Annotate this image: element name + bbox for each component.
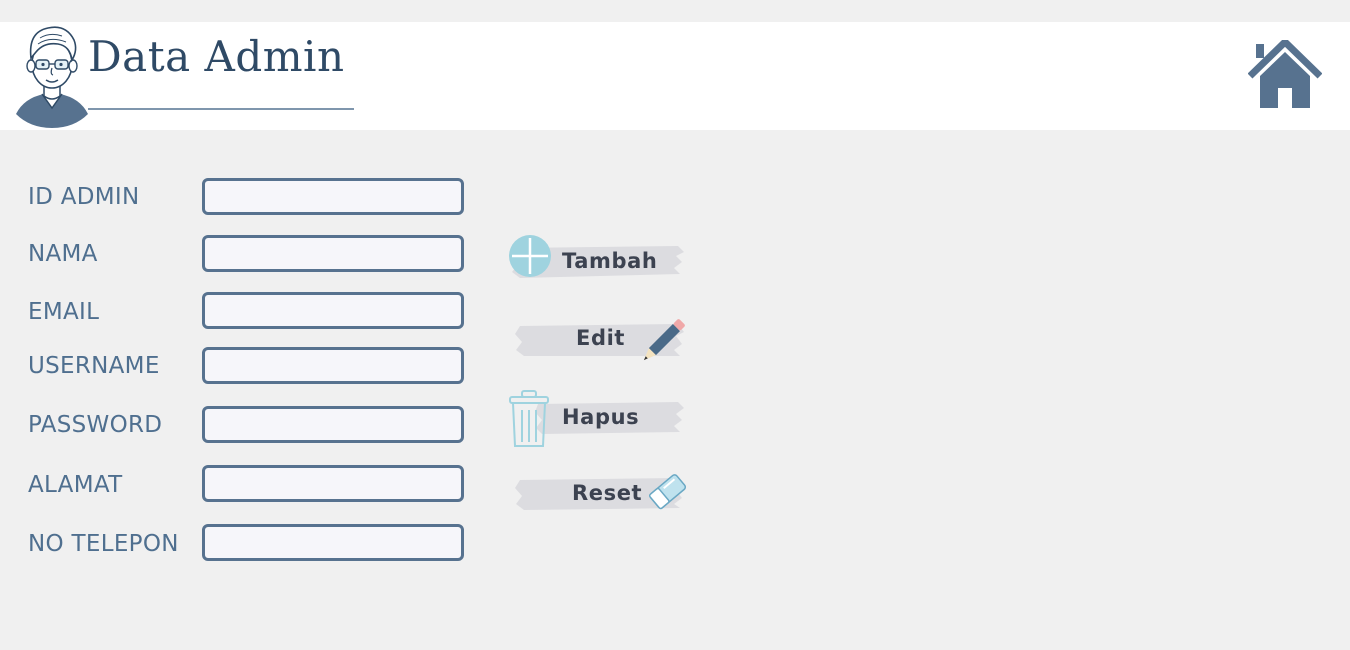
password-input[interactable] — [202, 406, 464, 443]
alamat-input[interactable] — [202, 465, 464, 502]
title-underline — [88, 108, 354, 110]
nama-label: NAMA — [28, 241, 98, 267]
plus-circle-icon — [509, 235, 551, 277]
admin-avatar-icon — [16, 26, 88, 128]
id-admin-input[interactable] — [202, 178, 464, 215]
home-icon[interactable] — [1248, 40, 1322, 110]
eraser-icon — [648, 474, 687, 510]
no-telepon-input[interactable] — [202, 524, 464, 561]
reset-button[interactable]: Reset — [512, 466, 698, 520]
password-label: PASSWORD — [28, 412, 163, 438]
username-input[interactable] — [202, 347, 464, 384]
username-label: USERNAME — [28, 353, 160, 379]
hapus-label: Hapus — [562, 405, 640, 429]
hapus-button[interactable]: Hapus — [508, 390, 688, 450]
nama-input[interactable] — [202, 235, 464, 272]
trash-icon — [509, 390, 549, 447]
header-bar: Data Admin — [0, 22, 1350, 130]
edit-label: Edit — [576, 326, 626, 350]
email-label: EMAIL — [28, 299, 100, 325]
id-admin-label: ID ADMIN — [28, 184, 140, 210]
no-telepon-label: NO TELEPON — [28, 531, 179, 557]
email-input[interactable] — [202, 292, 464, 329]
alamat-label: ALAMAT — [28, 472, 123, 498]
tambah-label: Tambah — [562, 249, 658, 273]
pencil-icon — [643, 319, 685, 361]
reset-label: Reset — [572, 481, 643, 505]
edit-button[interactable]: Edit — [512, 316, 692, 366]
page-title: Data Admin — [88, 32, 345, 81]
tambah-button[interactable]: Tambah — [508, 234, 688, 282]
